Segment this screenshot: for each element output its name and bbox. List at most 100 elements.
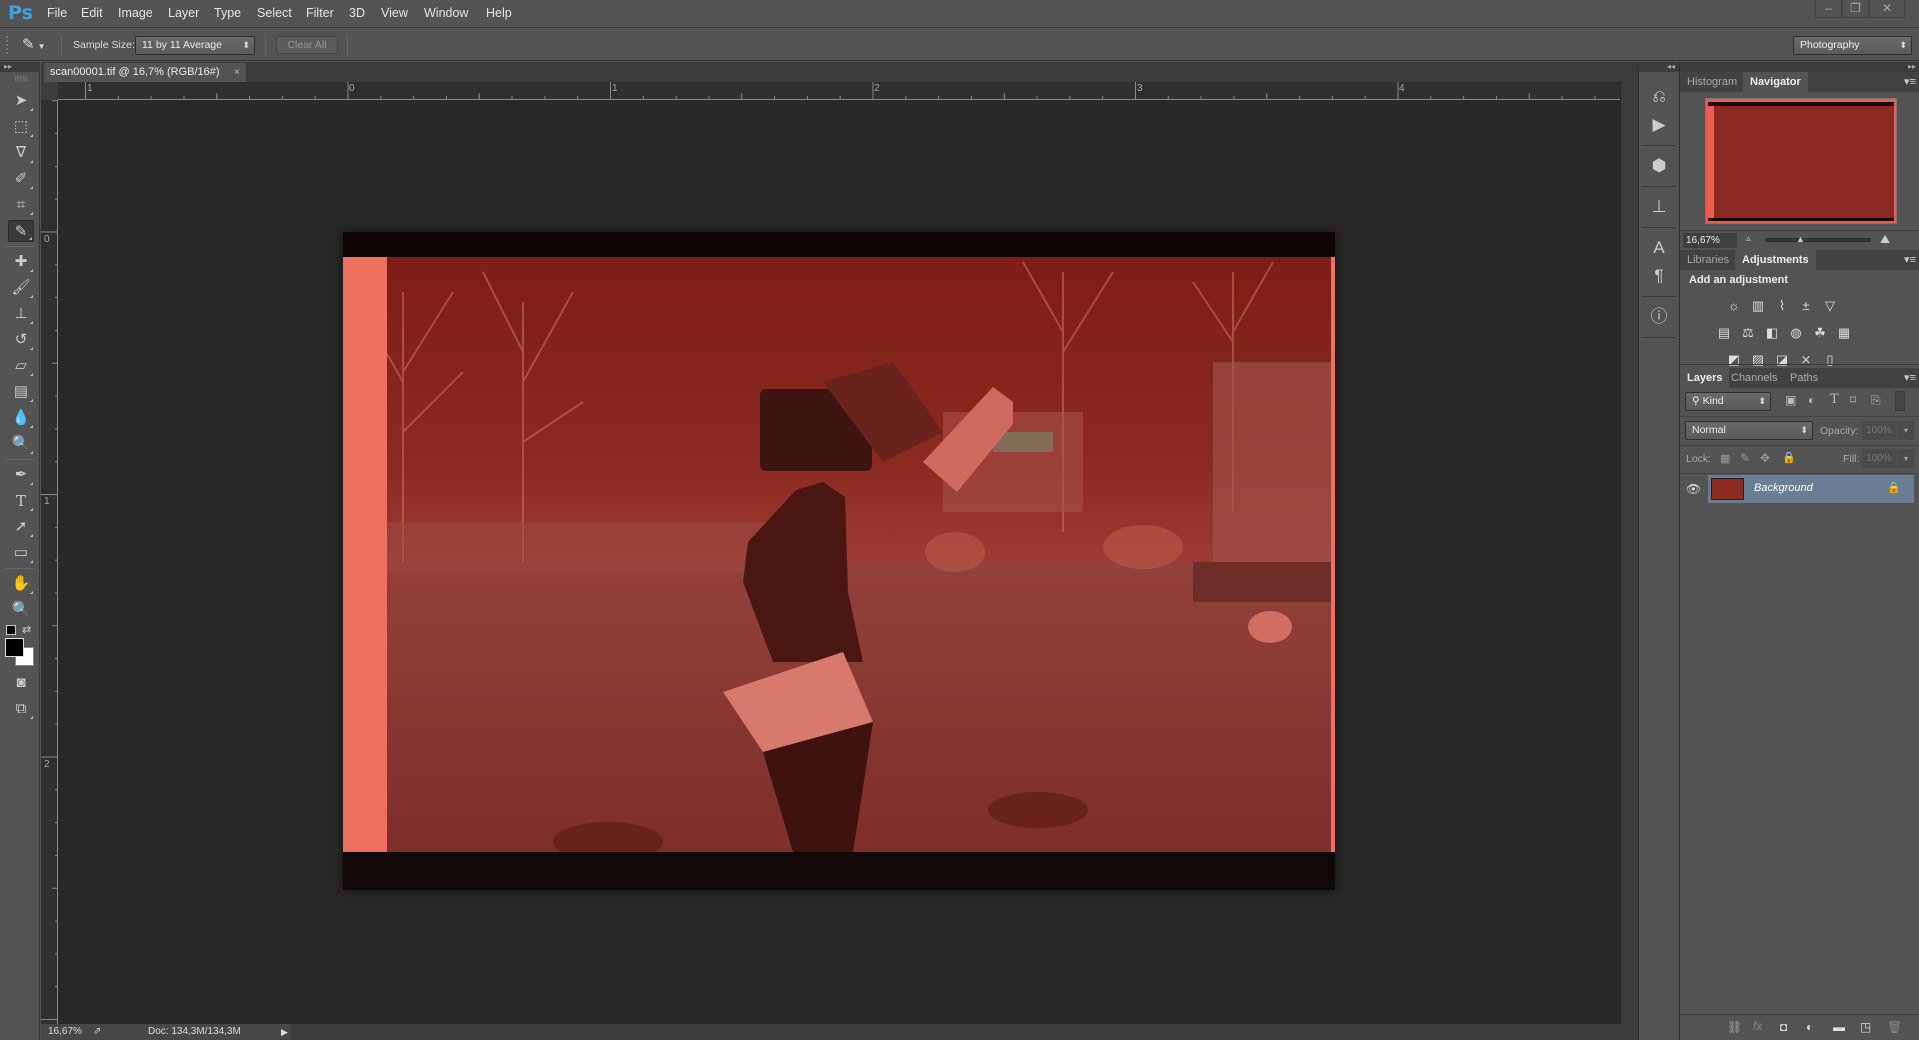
new-layer-icon[interactable]: ◳ — [1860, 1020, 1871, 1034]
clone-source-panel-icon[interactable]: ⊥ — [1648, 196, 1670, 218]
history-brush-tool-icon[interactable]: ↺ — [8, 329, 34, 351]
navigator-zoom-input[interactable]: 16,67% — [1683, 233, 1737, 248]
posterize-icon[interactable]: ▨ — [1749, 352, 1767, 368]
share-icon[interactable]: ⇗ — [93, 1024, 101, 1040]
menu-help[interactable]: Help — [486, 6, 512, 20]
foreground-color-swatch[interactable] — [5, 638, 24, 657]
actions-panel-icon[interactable]: ▶ — [1648, 114, 1670, 136]
document-image[interactable] — [343, 232, 1335, 890]
lasso-tool-icon[interactable]: ᐁ — [8, 142, 34, 164]
clone-stamp-tool-icon[interactable]: ⊥ — [8, 303, 34, 325]
lock-image-pixels-icon[interactable]: ✎ — [1740, 451, 1750, 465]
opacity-dropdown-icon[interactable]: ▾ — [1898, 421, 1914, 440]
quick-mask-icon[interactable]: ◙ — [8, 672, 34, 694]
fill-dropdown-icon[interactable]: ▾ — [1898, 449, 1914, 468]
character-panel-icon[interactable]: A — [1648, 237, 1670, 259]
exposure-icon[interactable]: ± — [1797, 298, 1815, 314]
minimize-button[interactable]: – — [1815, 0, 1842, 18]
swap-colors-icon[interactable]: ⇄ — [22, 623, 31, 636]
pen-tool-icon[interactable]: ✒ — [8, 464, 34, 486]
paragraph-panel-icon[interactable]: ¶ — [1648, 265, 1670, 287]
eyedropper-tool-icon[interactable]: ✎ — [8, 220, 34, 242]
collapse-panels-icon[interactable]: ▸▸ — [1680, 62, 1919, 72]
menu-filter[interactable]: Filter — [306, 6, 334, 20]
gradient-tool-icon[interactable]: ▤ — [8, 381, 34, 403]
threshold-icon[interactable]: ◪ — [1773, 352, 1791, 368]
restore-button[interactable]: ❐ — [1842, 0, 1869, 18]
zoom-level[interactable]: 16,67% — [48, 1024, 82, 1040]
rectangle-tool-icon[interactable]: ▭ — [8, 542, 34, 564]
tab-libraries[interactable]: Libraries — [1680, 250, 1736, 270]
screen-mode-icon[interactable]: ⧉ — [8, 698, 34, 720]
panel-menu-icon[interactable]: ▾≡ — [1904, 371, 1916, 384]
quick-selection-tool-icon[interactable]: ✐ — [8, 168, 34, 190]
filter-toggle[interactable] — [1895, 391, 1905, 411]
tab-adjustments[interactable]: Adjustments — [1735, 250, 1816, 270]
layer-lock-icon[interactable]: 🔒 — [1887, 481, 1901, 494]
layer-row-selected[interactable]: Background 🔒 — [1708, 475, 1914, 503]
hand-tool-icon[interactable]: ✋ — [8, 573, 34, 595]
vibrance-icon[interactable]: ▽ — [1821, 298, 1839, 314]
curves-icon[interactable]: ⌇ — [1773, 298, 1791, 314]
info-panel-icon[interactable]: ⓘ — [1648, 306, 1670, 328]
lock-transparent-pixels-icon[interactable]: ▦ — [1720, 452, 1730, 465]
sample-size-select[interactable]: 11 by 11 Average ⬍ — [135, 36, 255, 55]
dodge-tool-icon[interactable]: 🔍 — [8, 433, 34, 455]
vertical-ruler[interactable]: 0 1 2 — [41, 100, 58, 1024]
filter-shape-layers-icon[interactable]: ⌑ — [1850, 393, 1856, 407]
menu-layer[interactable]: Layer — [168, 6, 199, 20]
tab-paths[interactable]: Paths — [1783, 368, 1825, 388]
selective-color-icon[interactable]: ⨯ — [1797, 352, 1815, 368]
zoom-out-icon[interactable]: ▵ — [1746, 233, 1751, 244]
invert-icon[interactable]: ◩ — [1725, 352, 1743, 368]
new-adjustment-layer-icon[interactable]: ◐ — [1806, 1020, 1813, 1034]
blend-mode-select[interactable]: Normal ⬍ — [1685, 421, 1813, 440]
tab-layers[interactable]: Layers — [1680, 368, 1730, 388]
zoom-tool-icon[interactable]: 🔍 — [8, 599, 34, 621]
tab-histogram[interactable]: Histogram — [1680, 72, 1744, 92]
vertical-scrollbar[interactable] — [1621, 82, 1638, 1024]
delete-layer-icon[interactable]: 🗑 — [1887, 1020, 1902, 1034]
hue-saturation-icon[interactable]: ▤ — [1715, 325, 1733, 341]
opacity-input[interactable]: 100% — [1862, 421, 1897, 440]
horizontal-ruler[interactable]: 1 0 1 2 3 4 — [58, 82, 1620, 100]
move-tool-icon[interactable]: ➤ — [8, 90, 34, 112]
default-colors-icon[interactable] — [6, 625, 16, 635]
spot-healing-brush-tool-icon[interactable]: ✚ — [8, 251, 34, 273]
menu-3d[interactable]: 3D — [349, 6, 365, 20]
menu-view[interactable]: View — [381, 6, 408, 20]
expand-toolbox-icon[interactable]: ▸▸ — [0, 62, 40, 72]
levels-icon[interactable]: ▥ — [1749, 298, 1767, 314]
lock-all-icon[interactable]: 🔒 — [1782, 451, 1796, 464]
menu-file[interactable]: File — [47, 6, 67, 20]
link-layers-icon[interactable]: ⛓ — [1727, 1020, 1742, 1034]
eraser-tool-icon[interactable]: ▱ — [8, 355, 34, 377]
close-document-icon[interactable]: × — [234, 63, 240, 82]
fill-input[interactable]: 100% — [1862, 449, 1897, 468]
toolbox-grip[interactable]: |||||||| — [8, 76, 34, 82]
blur-tool-icon[interactable]: 💧 — [8, 407, 34, 429]
navigator-slider-handle[interactable]: ▲ — [1796, 234, 1805, 244]
filter-pixel-layers-icon[interactable]: ▣ — [1785, 393, 1796, 407]
channel-mixer-icon[interactable]: ☘ — [1811, 325, 1829, 341]
lock-position-icon[interactable]: ✥ — [1760, 451, 1770, 465]
layer-filter-kind-select[interactable]: ⚲ Kind ⬍ — [1685, 392, 1771, 411]
filter-smart-objects-icon[interactable]: ⎘ — [1871, 393, 1881, 408]
navigator-zoom-slider[interactable] — [1765, 238, 1871, 242]
eyedropper-tool-preset-icon[interactable]: ✎ ▼ — [22, 35, 52, 55]
type-tool-icon[interactable]: T — [8, 490, 34, 512]
status-menu-arrow-icon[interactable]: ▶ — [281, 1024, 288, 1040]
path-selection-tool-icon[interactable]: ➚ — [8, 516, 34, 538]
3d-panel-icon[interactable]: ⬢ — [1648, 155, 1670, 177]
menu-window[interactable]: Window — [424, 6, 468, 20]
new-group-icon[interactable]: ▬ — [1833, 1020, 1845, 1034]
panel-menu-icon[interactable]: ▾≡ — [1904, 253, 1916, 266]
layer-style-fx-icon[interactable]: fx — [1753, 1019, 1762, 1033]
tab-navigator[interactable]: Navigator — [1743, 72, 1808, 92]
panel-menu-icon[interactable]: ▾≡ — [1904, 75, 1916, 88]
menu-image[interactable]: Image — [118, 6, 153, 20]
ruler-origin[interactable] — [41, 82, 58, 100]
menu-edit[interactable]: Edit — [81, 6, 103, 20]
document-tab[interactable]: scan00001.tif @ 16,7% (RGB/16#) × — [44, 63, 246, 82]
crop-tool-icon[interactable]: ⌗ — [8, 194, 34, 216]
